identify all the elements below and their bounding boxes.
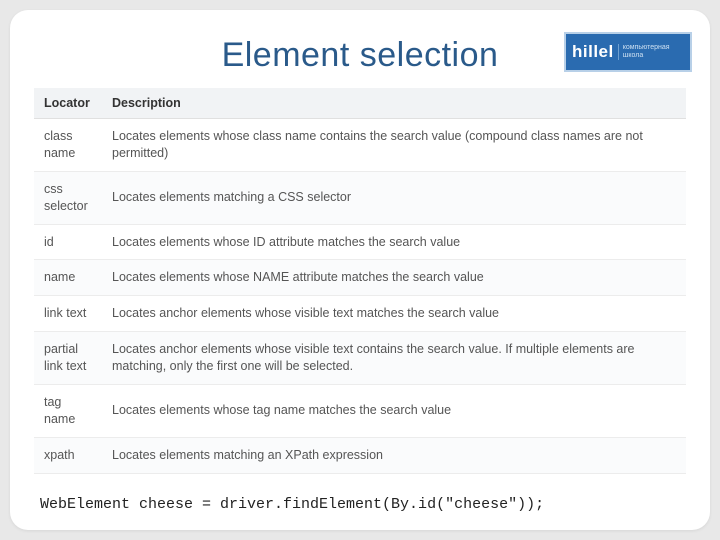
cell-description: Locates elements matching an XPath expre… <box>102 437 686 473</box>
header: Element selection hillel компьютерная шк… <box>34 28 686 82</box>
cell-locator: xpath <box>34 437 102 473</box>
table-row: class nameLocates elements whose class n… <box>34 119 686 172</box>
cell-description: Locates elements whose ID attribute matc… <box>102 224 686 260</box>
logo-main: hillel <box>572 42 614 62</box>
table-row: link textLocates anchor elements whose v… <box>34 296 686 332</box>
cell-locator: css selector <box>34 171 102 224</box>
header-description: Description <box>102 88 686 119</box>
table-row: partial link textLocates anchor elements… <box>34 332 686 385</box>
logo-sub: компьютерная школа <box>618 44 670 59</box>
table-row: css selectorLocates elements matching a … <box>34 171 686 224</box>
logo: hillel компьютерная школа <box>564 32 692 72</box>
table-row: tag nameLocates elements whose tag name … <box>34 384 686 437</box>
cell-locator: partial link text <box>34 332 102 385</box>
code-snippet: WebElement cheese = driver.findElement(B… <box>40 496 686 513</box>
cell-description: Locates anchor elements whose visible te… <box>102 296 686 332</box>
cell-description: Locates elements whose class name contai… <box>102 119 686 172</box>
header-locator: Locator <box>34 88 102 119</box>
cell-locator: id <box>34 224 102 260</box>
cell-description: Locates elements whose NAME attribute ma… <box>102 260 686 296</box>
table-header-row: Locator Description <box>34 88 686 119</box>
cell-locator: class name <box>34 119 102 172</box>
locator-table: Locator Description class nameLocates el… <box>34 88 686 474</box>
table-row: idLocates elements whose ID attribute ma… <box>34 224 686 260</box>
cell-description: Locates anchor elements whose visible te… <box>102 332 686 385</box>
cell-description: Locates elements matching a CSS selector <box>102 171 686 224</box>
cell-description: Locates elements whose tag name matches … <box>102 384 686 437</box>
cell-locator: link text <box>34 296 102 332</box>
slide: Element selection hillel компьютерная шк… <box>10 10 710 530</box>
page-title: Element selection <box>222 36 499 75</box>
table-row: xpathLocates elements matching an XPath … <box>34 437 686 473</box>
cell-locator: name <box>34 260 102 296</box>
table-row: nameLocates elements whose NAME attribut… <box>34 260 686 296</box>
cell-locator: tag name <box>34 384 102 437</box>
